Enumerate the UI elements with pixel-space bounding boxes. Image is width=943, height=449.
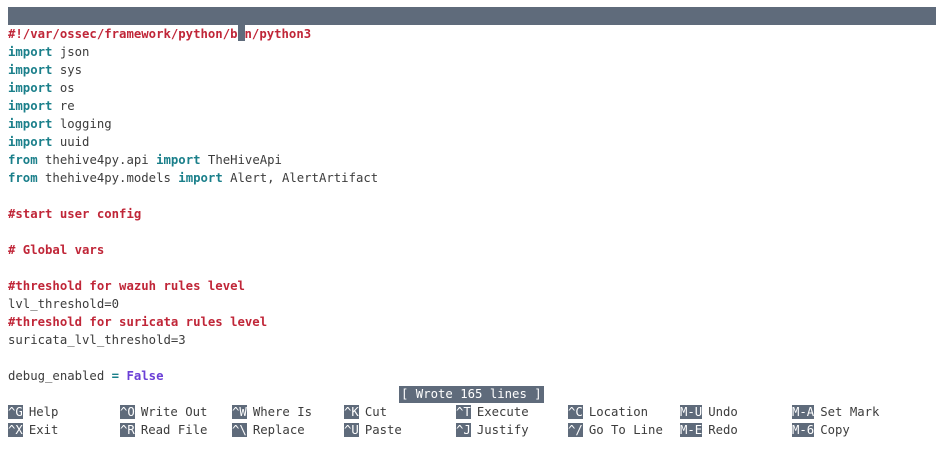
- code-line[interactable]: import sys: [8, 61, 82, 79]
- shortcut-key: M-A: [792, 405, 815, 419]
- shortcut-key: M-U: [680, 405, 703, 419]
- shebang-text-after: n/python3: [244, 27, 312, 41]
- shortcut-redo[interactable]: M-E Redo: [680, 421, 738, 439]
- code-line[interactable]: from thehive4py.api import TheHiveApi: [8, 151, 282, 169]
- shortcut-exit[interactable]: ^X Exit: [8, 421, 58, 439]
- shortcut-key: ^C: [568, 405, 583, 419]
- keyword: import: [8, 135, 53, 149]
- shortcut-label: Justify: [476, 423, 529, 437]
- code-text: re: [52, 99, 75, 113]
- shortcut-label: Location: [588, 405, 649, 419]
- shortcut-key: ^K: [344, 405, 359, 419]
- shortcut-label: Replace: [252, 423, 305, 437]
- code-line[interactable]: debug_enabled = False: [8, 367, 164, 385]
- comment-line[interactable]: #threshold for wazuh rules level: [8, 277, 245, 295]
- code-text: sys: [52, 63, 83, 77]
- shortcut-key: M-E: [680, 423, 703, 437]
- shortcut-key: ^G: [8, 405, 23, 419]
- operator: =: [111, 369, 127, 383]
- nano-terminal: GNU nano 5.8 /var/ossec/integrations/cus…: [0, 0, 943, 449]
- shortcut-label: Undo: [708, 405, 738, 419]
- keyword: import: [156, 153, 201, 167]
- comment-line[interactable]: #threshold for suricata rules level: [8, 313, 267, 331]
- code-line[interactable]: from thehive4py.models import Alert, Ale…: [8, 169, 378, 187]
- shortcut-where-is[interactable]: ^W Where Is: [232, 403, 312, 421]
- shortcut-key: ^W: [232, 405, 247, 419]
- shortcut-key: ^X: [8, 423, 23, 437]
- shortcut-copy[interactable]: M-6 Copy: [792, 421, 850, 439]
- code-text: TheHiveApi: [200, 153, 282, 167]
- code-text: os: [52, 81, 75, 95]
- text-cursor: [237, 25, 245, 41]
- shortcut-key: ^J: [456, 423, 471, 437]
- shortcut-label: Exit: [28, 423, 59, 437]
- shortcut-paste[interactable]: ^U Paste: [344, 421, 402, 439]
- shortcut-key: ^U: [344, 423, 359, 437]
- shortcut-label: Execute: [476, 405, 529, 419]
- shortcut-key: M-6: [792, 423, 815, 437]
- code-line[interactable]: import uuid: [8, 133, 89, 151]
- shortcut-help[interactable]: ^G Help: [8, 403, 58, 421]
- file-path: /var/ossec/integrations/custom-w2thive.p…: [339, 45, 643, 59]
- shebang-line[interactable]: #!/var/ossec/framework/python/b n/python3: [8, 25, 311, 43]
- shortcut-label: Set Mark: [820, 405, 880, 419]
- code-line[interactable]: suricata_lvl_threshold=3: [8, 331, 186, 349]
- keyword: import: [8, 63, 53, 77]
- boolean-literal: False: [126, 369, 164, 383]
- shortcut-label: Go To Line: [588, 423, 663, 437]
- code-line[interactable]: import os: [8, 79, 75, 97]
- code-text: uuid: [52, 135, 90, 149]
- status-message: [ Wrote 165 lines ]: [399, 386, 544, 403]
- shortcut-cut[interactable]: ^K Cut: [344, 403, 387, 421]
- shortcut-justify[interactable]: ^J Justify: [456, 421, 529, 439]
- shebang-text-before: #!/var/ossec/framework/python/b: [8, 27, 238, 41]
- shortcut-replace[interactable]: ^\ Replace: [232, 421, 305, 439]
- code-text: json: [52, 45, 90, 59]
- keyword: import: [8, 45, 53, 59]
- keyword: import: [8, 117, 53, 131]
- keyword: import: [8, 81, 53, 95]
- code-line[interactable]: lvl_threshold=0: [8, 295, 119, 313]
- shortcut-key: ^T: [456, 405, 471, 419]
- code-text: debug_enabled: [8, 369, 112, 383]
- shortcut-label: Redo: [708, 423, 738, 437]
- shortcut-go-to-line[interactable]: ^/ Go To Line: [568, 421, 663, 439]
- shortcut-write-out[interactable]: ^O Write Out: [120, 403, 207, 421]
- code-text: thehive4py.api: [37, 153, 157, 167]
- keyword: import: [178, 171, 223, 185]
- shortcut-label: Write Out: [140, 405, 208, 419]
- code-text: thehive4py.models: [37, 171, 179, 185]
- code-text: Alert, AlertArtifact: [222, 171, 379, 185]
- shortcut-set-mark[interactable]: M-A Set Mark: [792, 403, 879, 421]
- shortcut-label: Copy: [820, 423, 850, 437]
- shortcut-label: Help: [28, 405, 59, 419]
- code-line[interactable]: import logging: [8, 115, 112, 133]
- comment-line[interactable]: # Global vars: [8, 241, 104, 259]
- shortcut-location[interactable]: ^C Location: [568, 403, 648, 421]
- code-line[interactable]: import re: [8, 97, 75, 115]
- keyword: from: [8, 171, 38, 185]
- code-line[interactable]: import json: [8, 43, 89, 61]
- shortcut-undo[interactable]: M-U Undo: [680, 403, 738, 421]
- keyword: from: [8, 153, 38, 167]
- shortcut-key: ^/: [568, 423, 583, 437]
- shortcut-label: Cut: [364, 405, 388, 419]
- shortcut-label: Paste: [364, 423, 402, 437]
- title-bar: GNU nano 5.8 /var/ossec/integrations/cus…: [8, 7, 936, 59]
- shortcut-key: ^O: [120, 405, 135, 419]
- shortcut-read-file[interactable]: ^R Read File: [120, 421, 207, 439]
- shortcut-key: ^R: [120, 423, 135, 437]
- shortcut-label: Where Is: [252, 405, 313, 419]
- code-text: logging: [52, 117, 112, 131]
- shortcut-key: ^\: [232, 423, 247, 437]
- shortcut-label: Read File: [140, 423, 208, 437]
- comment-line[interactable]: #start user config: [8, 205, 141, 223]
- keyword: import: [8, 99, 53, 113]
- shortcut-execute[interactable]: ^T Execute: [456, 403, 529, 421]
